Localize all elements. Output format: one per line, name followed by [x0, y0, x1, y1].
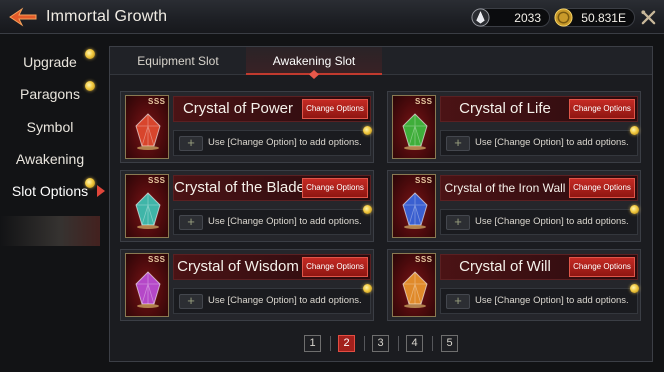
option-hint-text: Use [Change Option] to add options.	[208, 216, 362, 227]
page-separator	[330, 336, 331, 351]
slot-card: SSS Crystal of the Blade Change Options …	[120, 170, 374, 242]
rank-label: SSS	[415, 255, 433, 264]
change-options-button[interactable]: Change Options	[569, 99, 635, 119]
slot-panel: Equipment Slot Awakening Slot SSS Crysta…	[109, 46, 653, 362]
gold-coin-icon	[554, 8, 573, 27]
crystal-icon	[402, 192, 428, 229]
crystal-shard-currency: 2033	[471, 8, 550, 27]
change-options-button[interactable]: Change Options	[569, 257, 635, 277]
page-button-2[interactable]: 2	[338, 335, 355, 352]
option-hint-text: Use [Change Option] to add options.	[208, 137, 362, 148]
option-hint-text: Use [Change Option] to add options.	[475, 216, 629, 227]
option-row: + Use [Change Option] to add options.	[440, 209, 638, 235]
rank-label: SSS	[148, 97, 166, 106]
change-options-button[interactable]: Change Options	[569, 178, 635, 198]
crystal-shard-icon	[471, 8, 490, 27]
page-title: Immortal Growth	[46, 8, 168, 25]
slot-name: Crystal of Will	[459, 258, 551, 275]
slot-name: Crystal of Wisdom	[177, 258, 299, 275]
rank-label: SSS	[148, 176, 166, 185]
back-arrow-icon[interactable]	[8, 7, 38, 27]
notification-dot	[630, 284, 639, 293]
crystal-icon	[402, 271, 428, 308]
crystal-icon	[402, 113, 428, 150]
notification-dot	[85, 178, 95, 188]
pagination: 1234 5	[0, 335, 664, 355]
gold-currency: 50.831E	[554, 8, 635, 27]
crystal-card-image[interactable]: SSS	[125, 95, 169, 159]
add-option-plus-icon[interactable]: +	[446, 215, 470, 230]
slot-name-bar: Crystal of Will Change Options	[440, 254, 638, 280]
active-arrow-icon	[97, 185, 105, 197]
crossed-tools-icon[interactable]	[640, 9, 657, 26]
option-row: + Use [Change Option] to add options.	[440, 288, 638, 314]
crystal-card-image[interactable]: SSS	[392, 174, 436, 238]
slot-card: SSS Crystal of the Iron Wall Change Opti…	[387, 170, 641, 242]
option-row: + Use [Change Option] to add options.	[173, 130, 371, 156]
notification-dot	[630, 126, 639, 135]
change-options-button[interactable]: Change Options	[302, 178, 368, 198]
add-option-plus-icon[interactable]: +	[446, 294, 470, 309]
slot-name: Crystal of the Iron Wall	[444, 181, 566, 195]
crystal-card-image[interactable]: SSS	[125, 253, 169, 317]
page-separator	[432, 336, 433, 351]
rank-label: SSS	[148, 255, 166, 264]
sidebar-item-symbol[interactable]: Symbol	[0, 114, 100, 140]
change-options-button[interactable]: Change Options	[302, 99, 368, 119]
tab-equipment-slot[interactable]: Equipment Slot	[110, 47, 246, 75]
nav-active-highlight	[0, 216, 100, 246]
option-hint-text: Use [Change Option] to add options.	[475, 295, 629, 306]
sidebar-nav: Upgrade Paragons Symbol Awakening Slot O…	[0, 40, 105, 370]
slot-card: SSS Crystal of Power Change Options + Us…	[120, 91, 374, 163]
option-row: + Use [Change Option] to add options.	[173, 209, 371, 235]
notification-dot	[630, 205, 639, 214]
rank-label: SSS	[415, 176, 433, 185]
notification-dot	[363, 205, 372, 214]
rank-label: SSS	[415, 97, 433, 106]
page-separator	[364, 336, 365, 351]
notification-dot	[363, 284, 372, 293]
crystal-card-image[interactable]: SSS	[392, 253, 436, 317]
notification-dot	[85, 81, 95, 91]
slot-name-bar: Crystal of Wisdom Change Options	[173, 254, 371, 280]
page-button-3[interactable]: 3	[372, 335, 389, 352]
change-options-button[interactable]: Change Options	[302, 257, 368, 277]
add-option-plus-icon[interactable]: +	[446, 136, 470, 151]
option-hint-text: Use [Change Option] to add options.	[475, 137, 629, 148]
gold-count: 50.831E	[581, 10, 626, 25]
crystal-card-image[interactable]: SSS	[392, 95, 436, 159]
page-separator	[398, 336, 399, 351]
crystal-icon	[135, 192, 161, 229]
option-hint-text: Use [Change Option] to add options.	[208, 295, 362, 306]
crystal-shard-count: 2033	[514, 10, 541, 25]
add-option-plus-icon[interactable]: +	[179, 215, 203, 230]
slot-card: SSS Crystal of Will Change Options + Use…	[387, 249, 641, 321]
slot-card: SSS Crystal of Life Change Options + Use…	[387, 91, 641, 163]
notification-dot	[85, 49, 95, 59]
notification-dot	[363, 126, 372, 135]
slot-name: Crystal of Power	[182, 100, 294, 117]
slot-name: Crystal of the Blade	[174, 179, 305, 196]
slot-name-bar: Crystal of Power Change Options	[173, 96, 371, 122]
slot-card: SSS Crystal of Wisdom Change Options + U…	[120, 249, 374, 321]
add-option-plus-icon[interactable]: +	[179, 136, 203, 151]
crystal-icon	[135, 113, 161, 150]
add-option-plus-icon[interactable]: +	[179, 294, 203, 309]
tab-bar: Equipment Slot Awakening Slot	[110, 47, 652, 79]
tab-gem-icon	[309, 70, 319, 79]
sidebar-item-awakening[interactable]: Awakening	[0, 146, 100, 172]
crystal-icon	[135, 271, 161, 308]
option-row: + Use [Change Option] to add options.	[173, 288, 371, 314]
crystal-card-image[interactable]: SSS	[125, 174, 169, 238]
option-row: + Use [Change Option] to add options.	[440, 130, 638, 156]
page-button-4[interactable]: 4	[406, 335, 423, 352]
slot-name: Crystal of Life	[459, 100, 551, 117]
page-button-5[interactable]: 5	[441, 335, 458, 352]
slot-name-bar: Crystal of the Iron Wall Change Options	[440, 175, 638, 201]
header-bar: Immortal Growth 2033 50.831E	[0, 0, 664, 34]
page-button-1[interactable]: 1	[304, 335, 321, 352]
slot-name-bar: Crystal of Life Change Options	[440, 96, 638, 122]
slot-name-bar: Crystal of the Blade Change Options	[173, 175, 371, 201]
